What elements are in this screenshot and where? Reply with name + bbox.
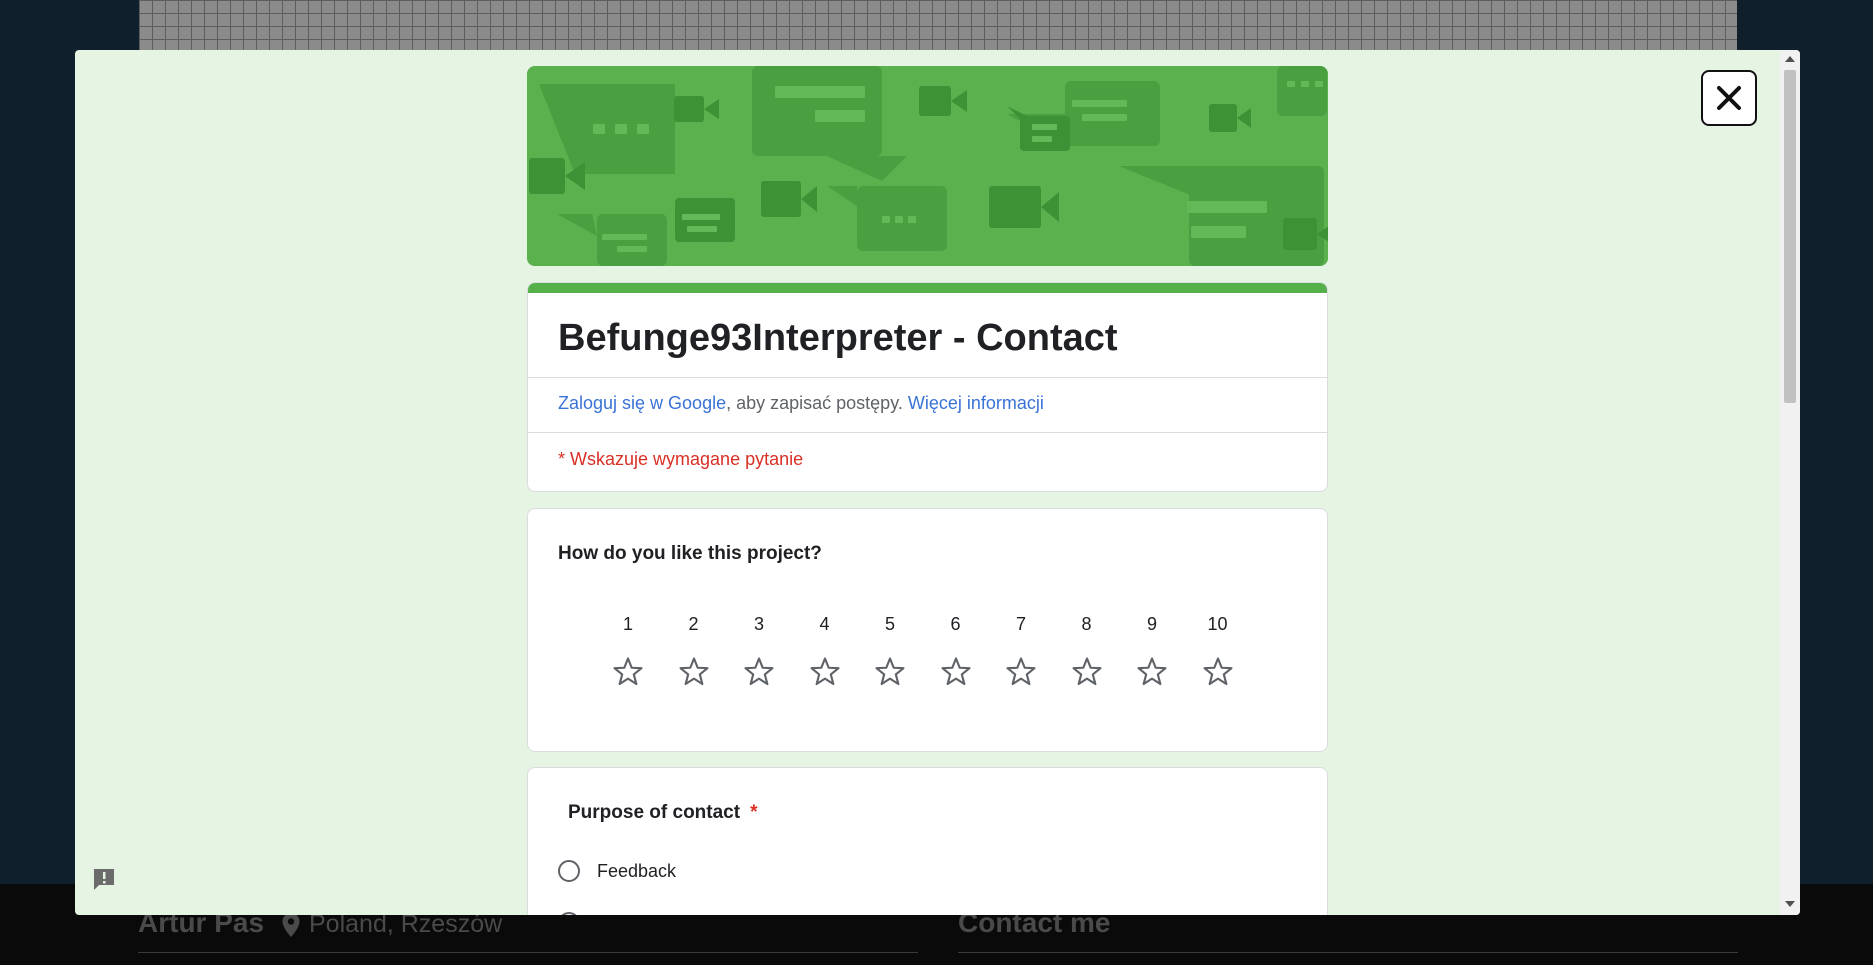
rating-option[interactable]: 8 [1067,614,1107,689]
rating-number: 9 [1146,614,1157,634]
footer-divider [958,952,1738,953]
rating-option[interactable]: 1 [608,614,648,689]
rating-number: 3 [753,614,764,634]
divider [528,432,1327,433]
rating-option[interactable]: 7 [1001,614,1041,689]
contact-form-modal: Befunge93Interpreter - Contact Zaloguj s… [75,50,1800,915]
footer-divider [138,952,918,953]
rating-number: 1 [622,614,633,634]
more-info-link[interactable]: Więcej informacji [908,393,1044,413]
close-button[interactable] [1701,70,1757,126]
question-title-text: Purpose of contact [568,802,741,823]
rating-option[interactable]: 4 [805,614,845,689]
star-icon[interactable] [808,655,842,689]
star-icon[interactable] [873,655,907,689]
rating-number: 5 [884,614,895,634]
rating-number: 4 [819,614,830,634]
scrollbar[interactable] [1780,50,1800,915]
required-star: * [750,802,758,823]
form-title-card: Befunge93Interpreter - Contact Zaloguj s… [527,282,1328,492]
rating-option[interactable]: 5 [870,614,910,689]
question-title: Purpose of contact * [568,802,757,824]
signin-prompt: Zaloguj się w Google, aby zapisać postęp… [558,393,1044,414]
star-icon[interactable] [939,655,973,689]
star-icon[interactable] [1004,655,1038,689]
chat-pattern-illustration [527,66,1328,266]
location-pin-icon [282,913,300,937]
rating-option[interactable]: 2 [674,614,714,689]
close-x-icon [1717,86,1741,110]
required-note: * Wskazuje wymagane pytanie [558,449,804,469]
star-icon[interactable] [742,655,776,689]
rating-number: 8 [1081,614,1092,634]
rating-option[interactable]: 10 [1198,614,1238,689]
scroll-up-arrow-icon[interactable] [1785,56,1795,62]
form-accent-bar [528,283,1327,293]
rating-option[interactable]: 9 [1132,614,1172,689]
star-icon[interactable] [1070,655,1104,689]
radio-option-feedback[interactable]: Feedback [558,860,676,882]
rating-number: 7 [1015,614,1026,634]
form-title: Befunge93Interpreter - Contact [558,317,1118,359]
radio-option-next[interactable] [558,912,580,915]
divider [528,377,1327,378]
scroll-down-arrow-icon[interactable] [1785,901,1795,907]
radio-label: Feedback [597,860,677,881]
star-icon[interactable] [611,655,645,689]
rating-number: 10 [1207,614,1228,634]
star-icon[interactable] [1201,655,1235,689]
rating-option[interactable]: 3 [739,614,779,689]
signin-link[interactable]: Zaloguj się w Google [558,393,726,413]
rating-number: 6 [950,614,961,634]
star-icon[interactable] [1135,655,1169,689]
radio-button[interactable] [558,912,580,915]
signin-text: , aby zapisać postępy. [726,393,903,413]
question-title: How do you like this project? [558,543,822,564]
question-card-purpose: Purpose of contact * Feedback [527,767,1328,915]
scroll-thumb[interactable] [1784,70,1796,403]
question-card-rating: How do you like this project? 1 2 3 4 5 6 7 8 9 1… [527,508,1328,752]
radio-button[interactable] [558,860,580,882]
star-icon[interactable] [677,655,711,689]
rating-number: 2 [688,614,699,634]
form-header-image [527,66,1328,266]
report-problem-icon[interactable] [91,867,117,893]
rating-option[interactable]: 6 [936,614,976,689]
